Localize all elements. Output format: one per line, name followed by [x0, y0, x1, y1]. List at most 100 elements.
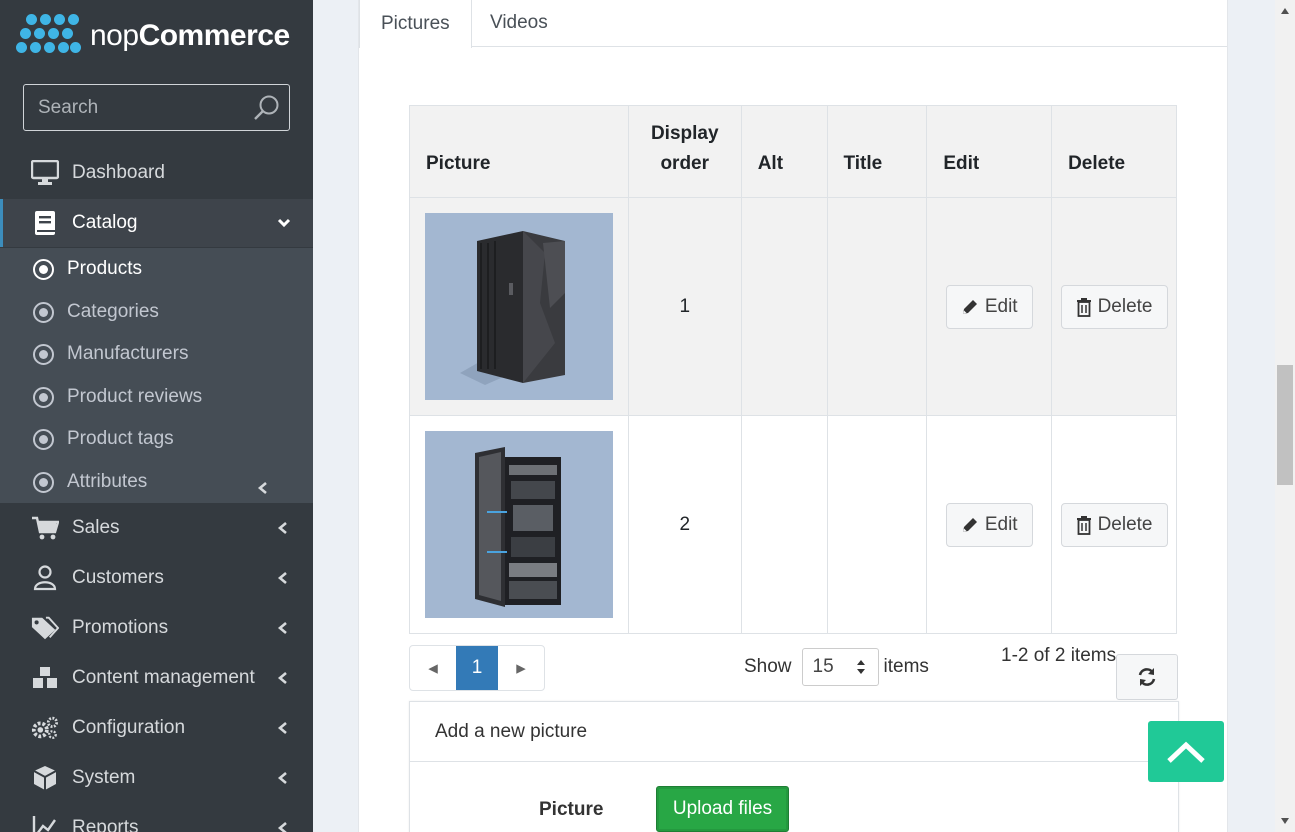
trash-icon	[1076, 515, 1091, 535]
gears-icon	[31, 714, 59, 742]
column-header-edit: Edit	[926, 105, 1053, 198]
picture-cell	[409, 197, 629, 416]
edit-cell: Edit	[926, 415, 1053, 634]
pager-next-button[interactable]: ▸	[498, 646, 544, 690]
alt-cell	[740, 415, 828, 634]
sidebar-item-label: Catalog	[72, 212, 138, 233]
sidebar-item-configuration[interactable]: Configuration	[0, 704, 313, 752]
sidebar-subitem-manufacturers[interactable]: Manufacturers	[0, 333, 313, 375]
refresh-button[interactable]	[1116, 654, 1178, 700]
sidebar-subitem-categories[interactable]: Categories	[0, 291, 313, 333]
circle-dot-icon	[33, 386, 54, 408]
sidebar-subitem-label: Attributes	[67, 471, 148, 492]
sidebar-subitem-label: Manufacturers	[67, 343, 189, 364]
scroll-down-arrow-icon[interactable]	[1280, 816, 1290, 826]
product-picture-thumbnail[interactable]	[424, 213, 613, 400]
sidebar-item-label: Reports	[72, 817, 139, 832]
delete-cell: Delete	[1051, 197, 1177, 416]
search-input[interactable]	[24, 85, 249, 130]
scroll-up-arrow-icon[interactable]	[1280, 6, 1290, 16]
page-scrollbar[interactable]	[1275, 0, 1295, 832]
sidebar-subitem-label: Products	[67, 258, 142, 279]
server-rack-open-image	[474, 447, 561, 607]
back-to-top-button[interactable]	[1148, 721, 1224, 782]
chevron-left-icon	[277, 672, 287, 684]
pager-page-1[interactable]: 1	[456, 646, 498, 690]
circle-dot-icon	[33, 428, 54, 450]
sidebar-subitem-label: Product tags	[67, 428, 174, 449]
sidebar-search	[23, 84, 290, 131]
sidebar-item-dashboard[interactable]: Dashboard	[0, 149, 313, 197]
user-icon	[31, 564, 59, 592]
sort-arrows-icon	[856, 660, 865, 674]
delete-button-label: Delete	[1097, 513, 1153, 535]
delete-cell: Delete	[1051, 415, 1177, 634]
sidebar-item-content-management[interactable]: Content management	[0, 654, 313, 702]
sidebar-subitem-products[interactable]: Products	[0, 248, 313, 290]
logo[interactable]: nopCommerce	[16, 12, 290, 60]
logo-brand: Commerce	[138, 19, 291, 52]
page-size-value: 15	[812, 656, 834, 677]
logo-prefix: nop	[90, 19, 139, 52]
edit-cell: Edit	[926, 197, 1053, 416]
sidebar-item-label: Content management	[72, 667, 255, 688]
circle-dot-icon	[33, 471, 54, 493]
pager-prev-button[interactable]: ◂	[410, 646, 456, 690]
sidebar-item-customers[interactable]: Customers	[0, 554, 313, 602]
monitor-icon	[31, 159, 59, 187]
scrollbar-thumb[interactable]	[1277, 365, 1293, 485]
sidebar-item-label: Sales	[72, 517, 120, 538]
column-header-delete: Delete	[1051, 105, 1177, 198]
delete-button[interactable]: Delete	[1060, 284, 1168, 329]
add-picture-header: Add a new picture	[410, 702, 1178, 762]
edit-button[interactable]: Edit	[945, 284, 1033, 329]
display-order-cell: 2	[627, 415, 742, 634]
show-label: Show	[744, 656, 792, 677]
upload-files-button[interactable]: Upload files	[656, 786, 789, 832]
display-order-cell: 1	[627, 197, 742, 416]
pagination: ◂ 1 ▸	[409, 645, 545, 691]
sidebar-subitem-product-tags[interactable]: Product tags	[0, 418, 313, 460]
circle-dot-icon	[33, 301, 54, 323]
sidebar-item-promotions[interactable]: Promotions	[0, 604, 313, 652]
delete-button-label: Delete	[1097, 295, 1153, 317]
cube-icon	[31, 764, 59, 792]
column-header-picture[interactable]: Picture	[409, 105, 629, 198]
search-icon[interactable]	[253, 94, 281, 122]
chevron-left-icon	[277, 622, 287, 634]
column-header-line: Display	[650, 123, 719, 144]
sidebar-subitem-attributes[interactable]: Attributes	[0, 461, 313, 503]
sidebar: nopCommerce Dashboard Catalog Products C…	[0, 0, 313, 832]
server-rack-closed-image	[459, 231, 565, 385]
sidebar-item-catalog[interactable]: Catalog	[0, 199, 313, 247]
chart-icon	[31, 814, 59, 832]
tags-icon	[31, 614, 59, 642]
pictures-table: Picture Display order Alt Title Edit Dele…	[409, 105, 1177, 634]
edit-button[interactable]: Edit	[945, 502, 1033, 547]
sidebar-subitem-product-reviews[interactable]: Product reviews	[0, 376, 313, 418]
cubes-icon	[31, 664, 59, 692]
catalog-submenu: Products Categories Manufacturers Produc…	[0, 248, 313, 503]
sidebar-item-sales[interactable]: Sales	[0, 504, 313, 552]
sidebar-item-reports[interactable]: Reports	[0, 804, 313, 832]
edit-button-label: Edit	[984, 513, 1018, 535]
sidebar-item-label: Configuration	[72, 717, 186, 738]
table-header-row: Picture Display order Alt Title Edit Dele…	[409, 105, 1177, 198]
delete-button[interactable]: Delete	[1060, 502, 1168, 547]
column-header-display-order[interactable]: Display order	[627, 105, 742, 198]
alt-cell	[740, 197, 828, 416]
picture-field-label: Picture	[539, 799, 604, 820]
picture-cell	[409, 415, 629, 634]
main-content: Pictures Videos Picture Display order Alt…	[313, 0, 1275, 832]
column-header-alt[interactable]: Alt	[740, 105, 828, 198]
page-size-select[interactable]: 15	[801, 648, 879, 686]
tab-videos[interactable]: Videos	[469, 0, 569, 47]
sidebar-item-label: Promotions	[72, 617, 169, 638]
sidebar-item-system[interactable]: System	[0, 754, 313, 802]
tab-pictures[interactable]: Pictures	[359, 0, 472, 48]
chevron-left-icon	[277, 822, 287, 832]
cart-icon	[31, 514, 59, 542]
column-header-title[interactable]: Title	[826, 105, 928, 198]
product-picture-thumbnail[interactable]	[424, 431, 613, 618]
sidebar-item-label: Dashboard	[72, 162, 165, 183]
